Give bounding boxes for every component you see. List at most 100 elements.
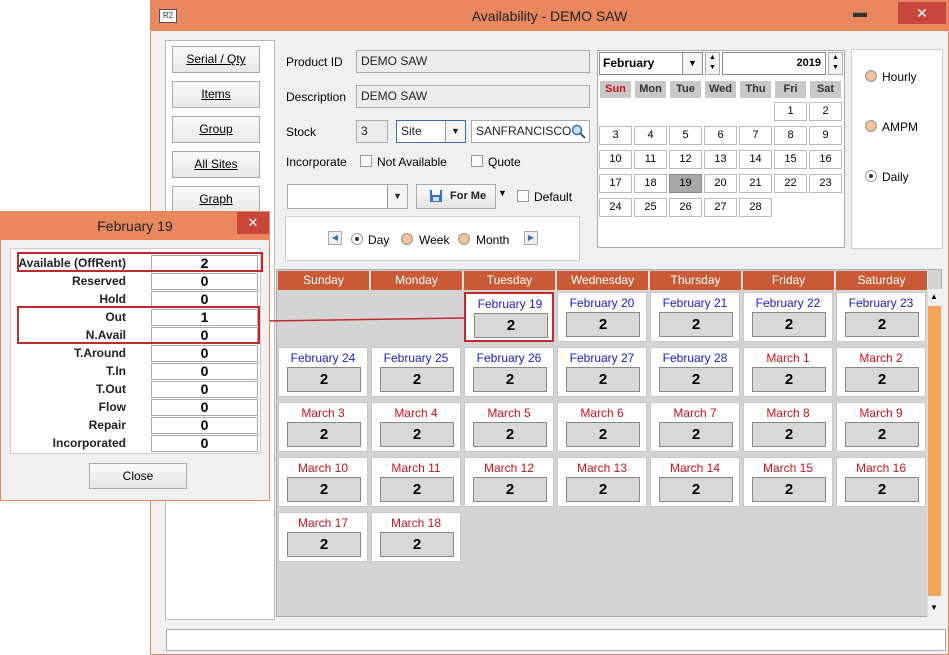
mini-calendar-day[interactable]: 22 [774,174,807,193]
calendar-day-value[interactable]: 2 [566,312,640,337]
for-me-dropdown-icon[interactable]: ▼ [498,188,507,198]
scroll-up-icon[interactable]: ▲ [930,292,938,301]
mini-calendar-day[interactable]: 26 [669,198,702,217]
month-select[interactable]: February ▼ [599,52,703,75]
mini-calendar-day[interactable]: 14 [739,150,772,169]
close-button[interactable]: Close [89,463,187,489]
close-icon[interactable]: ✕ [237,212,269,234]
calendar-day-cell[interactable]: February 27 2 [557,347,647,397]
year-field[interactable]: 2019 [722,52,826,75]
stock-site-field[interactable]: SANFRANCISCO [471,120,590,143]
mini-calendar-day[interactable]: 3 [599,126,632,145]
mini-calendar-day[interactable]: 4 [634,126,667,145]
calendar-day-value[interactable]: 2 [566,477,640,502]
calendar-day-value[interactable]: 2 [380,477,454,502]
not-available-checkbox[interactable] [360,155,372,167]
mini-calendar-day[interactable]: 5 [669,126,702,145]
month-radio[interactable] [458,233,470,245]
mini-calendar-day[interactable]: 1 [774,102,807,121]
mini-calendar-day[interactable]: 2 [809,102,842,121]
mini-calendar-day[interactable]: 16 [809,150,842,169]
dialog-title-bar[interactable]: February 19 ✕ [1,212,269,240]
calendar-day-value[interactable]: 2 [380,532,454,557]
calendar-day-value[interactable]: 2 [566,422,640,447]
calendar-day-cell[interactable]: February 20 2 [557,292,647,342]
scrollbar-thumb[interactable] [928,306,941,596]
calendar-day-cell[interactable]: February 22 2 [743,292,833,342]
scroll-down-icon[interactable]: ▼ [930,603,938,612]
mini-calendar-day[interactable]: 6 [704,126,737,145]
calendar-day-cell[interactable]: March 7 2 [650,402,740,452]
detail-value[interactable]: 0 [151,381,258,398]
calendar-day-value[interactable]: 2 [380,422,454,447]
calendar-day-cell[interactable]: March 1 2 [743,347,833,397]
detail-value[interactable]: 0 [151,363,258,380]
mini-calendar-day[interactable]: 20 [704,174,737,193]
calendar-day-cell[interactable]: March 5 2 [464,402,554,452]
detail-value[interactable]: 0 [151,435,258,452]
calendar-day-cell[interactable]: March 17 2 [278,512,368,562]
calendar-day-value[interactable]: 2 [473,422,547,447]
hourly-radio[interactable] [865,70,877,82]
mini-calendar-day[interactable]: 10 [599,150,632,169]
calendar-day-value[interactable]: 2 [845,477,919,502]
mini-calendar-day[interactable]: 12 [669,150,702,169]
search-icon[interactable] [571,124,586,139]
calendar-day-value[interactable]: 2 [287,367,361,392]
chevron-down-icon[interactable]: ▼ [445,121,465,142]
detail-value[interactable]: 0 [151,345,258,362]
description-field[interactable]: DEMO SAW [356,85,590,108]
mini-calendar-day[interactable]: 18 [634,174,667,193]
calendar-day-value[interactable]: 2 [845,367,919,392]
calendar-day-value[interactable]: 2 [287,422,361,447]
calendar-day-value[interactable]: 2 [845,312,919,337]
calendar-day-cell[interactable]: March 2 2 [836,347,926,397]
calendar-day-value[interactable]: 2 [659,477,733,502]
mini-calendar-day[interactable]: 11 [634,150,667,169]
close-icon[interactable]: ✕ [898,2,946,24]
ampm-radio[interactable] [865,120,877,132]
mini-calendar-day[interactable]: 9 [809,126,842,145]
calendar-day-cell[interactable]: March 14 2 [650,457,740,507]
calendar-day-cell[interactable]: March 11 2 [371,457,461,507]
mini-calendar-day[interactable]: 23 [809,174,842,193]
previous-icon[interactable]: ◀ [328,231,342,245]
calendar-day-cell[interactable]: February 21 2 [650,292,740,342]
mini-calendar-day[interactable]: 8 [774,126,807,145]
mini-calendar-day[interactable]: 13 [704,150,737,169]
next-icon[interactable]: ▶ [524,231,538,245]
calendar-day-value[interactable]: 2 [752,312,826,337]
calendar-day-cell[interactable]: February 24 2 [278,347,368,397]
calendar-day-value[interactable]: 2 [752,422,826,447]
mini-calendar-day[interactable]: 27 [704,198,737,217]
mini-calendar-day[interactable]: 15 [774,150,807,169]
calendar-day-cell[interactable]: February 28 2 [650,347,740,397]
quote-checkbox[interactable] [471,155,483,167]
day-radio[interactable] [351,233,363,245]
detail-value[interactable]: 0 [151,399,258,416]
calendar-day-value[interactable]: 2 [659,422,733,447]
calendar-day-value[interactable]: 2 [380,367,454,392]
mini-calendar-day[interactable]: 19 [669,174,702,193]
stock-qty-field[interactable]: 3 [356,120,388,143]
year-spinner[interactable]: ▲ ▼ [828,52,843,75]
calendar-day-cell[interactable]: February 23 2 [836,292,926,342]
mini-calendar-day[interactable]: 21 [739,174,772,193]
mini-calendar-day[interactable]: 25 [634,198,667,217]
for-me-button[interactable]: For Me [416,184,496,209]
calendar-day-cell[interactable]: March 8 2 [743,402,833,452]
group-button[interactable]: Group [172,116,260,143]
filter-select[interactable]: ▼ [287,184,408,209]
week-radio[interactable] [401,233,413,245]
detail-value[interactable]: 0 [151,417,258,434]
title-bar[interactable]: R2 Availability - DEMO SAW ▬ ✕ [151,1,948,31]
mini-calendar-day[interactable]: 24 [599,198,632,217]
mini-calendar-day[interactable]: 28 [739,198,772,217]
stock-type-select[interactable]: Site ▼ [396,120,466,143]
calendar-day-cell[interactable]: March 6 2 [557,402,647,452]
chevron-down-icon[interactable]: ▼ [387,185,407,208]
product-id-field[interactable]: DEMO SAW [356,50,590,73]
calendar-day-cell[interactable]: February 26 2 [464,347,554,397]
calendar-day-cell[interactable]: March 18 2 [371,512,461,562]
calendar-day-value[interactable]: 2 [659,312,733,337]
